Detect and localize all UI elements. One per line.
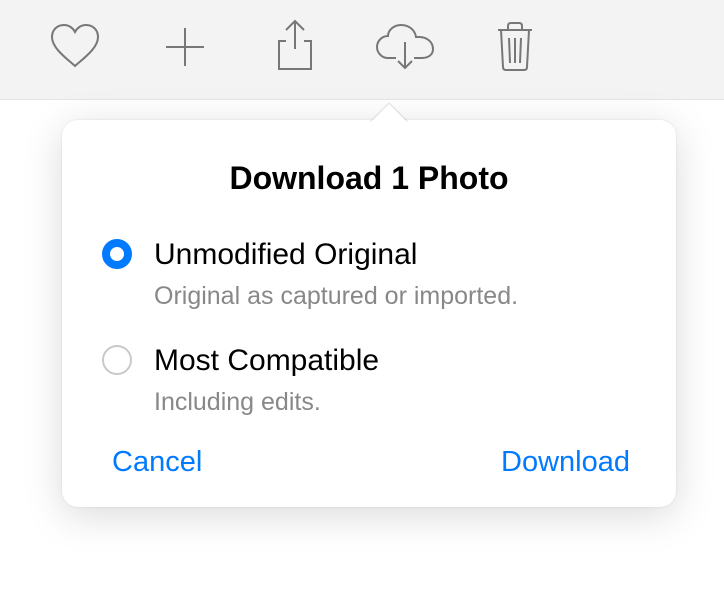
radio-selected-icon — [102, 239, 132, 269]
cancel-button[interactable]: Cancel — [112, 446, 202, 479]
option-description: Including edits. — [154, 386, 636, 419]
share-button[interactable] — [240, 10, 350, 90]
popover-title: Download 1 Photo — [102, 160, 636, 197]
plus-icon — [162, 24, 208, 75]
popover-panel: Download 1 Photo Unmodified Original Ori… — [62, 120, 676, 507]
option-label: Unmodified Original — [154, 235, 636, 274]
delete-button[interactable] — [460, 10, 570, 90]
trash-icon — [494, 21, 536, 78]
toolbar — [0, 0, 724, 100]
radio-unselected-icon — [102, 345, 132, 375]
option-text: Unmodified Original Original as captured… — [154, 235, 636, 313]
heart-icon — [48, 22, 102, 77]
favorite-button[interactable] — [20, 10, 130, 90]
option-unmodified-original[interactable]: Unmodified Original Original as captured… — [102, 235, 636, 313]
option-most-compatible[interactable]: Most Compatible Including edits. — [102, 341, 636, 419]
share-icon — [272, 19, 318, 80]
download-popover: Download 1 Photo Unmodified Original Ori… — [62, 120, 676, 507]
option-label: Most Compatible — [154, 341, 636, 380]
popover-actions: Cancel Download — [102, 446, 636, 479]
popover-arrow — [369, 102, 409, 122]
cloud-download-icon — [374, 22, 436, 77]
download-confirm-button[interactable]: Download — [501, 446, 630, 479]
option-text: Most Compatible Including edits. — [154, 341, 636, 419]
option-description: Original as captured or imported. — [154, 280, 636, 313]
add-button[interactable] — [130, 10, 240, 90]
download-button[interactable] — [350, 10, 460, 90]
